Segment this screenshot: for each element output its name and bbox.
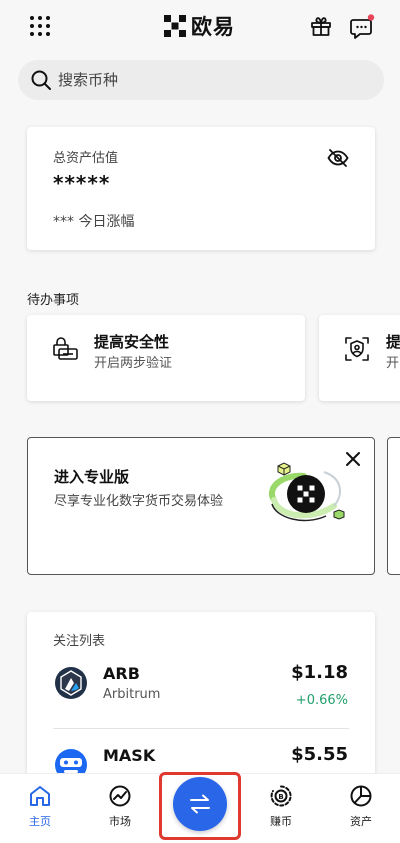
todo-title: 提 bbox=[386, 333, 400, 351]
chat-bubble-icon[interactable] bbox=[348, 13, 376, 41]
brand-name: 欧易 bbox=[191, 15, 235, 39]
identity-verify-icon bbox=[345, 337, 369, 361]
todo-title: 提高安全性 bbox=[94, 333, 170, 351]
okx-logo-icon bbox=[164, 15, 186, 37]
search-input[interactable] bbox=[58, 60, 358, 100]
promo-desc: 尽享专业化数字货币交易体验 bbox=[54, 494, 224, 509]
eye-off-icon[interactable] bbox=[327, 149, 349, 167]
coin-symbol: MASK bbox=[103, 746, 156, 765]
coin-price: $5.55 bbox=[291, 744, 348, 765]
row-divider bbox=[53, 728, 349, 729]
earn-icon: B bbox=[270, 785, 292, 807]
grid-menu-icon[interactable] bbox=[29, 15, 51, 37]
asset-daily-change: *** 今日涨幅 bbox=[53, 214, 135, 230]
todo-card-verify[interactable]: 提 开 bbox=[319, 315, 400, 401]
coin-name: Arbitrum bbox=[103, 687, 161, 702]
pro-mode-banner[interactable]: 进入专业版 尽享专业化数字货币交易体验 bbox=[27, 437, 375, 575]
assets-pie-icon bbox=[350, 785, 372, 807]
asset-value: ***** bbox=[53, 171, 111, 195]
coin-symbol: ARB bbox=[103, 664, 140, 683]
svg-text:B: B bbox=[278, 793, 283, 801]
brand-logo: 欧易 bbox=[164, 13, 235, 39]
home-screen: 欧易 总资产估值 ***** *** 今日涨幅 bbox=[0, 0, 400, 843]
next-banner-peek[interactable] bbox=[387, 437, 400, 575]
nav-assets[interactable]: 资产 bbox=[331, 784, 391, 838]
coin-change: +0.66% bbox=[295, 693, 348, 708]
todo-desc: 开启两步验证 bbox=[94, 356, 173, 371]
okx-pro-illustration bbox=[269, 462, 345, 522]
todo-card-security[interactable]: 提高安全性 开启两步验证 bbox=[27, 315, 305, 401]
nav-label: 市场 bbox=[109, 815, 131, 828]
arbitrum-logo-icon bbox=[55, 667, 87, 699]
notification-dot bbox=[367, 14, 375, 21]
nav-label: 赚币 bbox=[270, 815, 292, 828]
trade-swap-icon bbox=[190, 794, 210, 814]
top-bar: 欧易 bbox=[0, 0, 400, 52]
nav-earn[interactable]: B 赚币 bbox=[251, 784, 311, 838]
asset-title: 总资产估值 bbox=[53, 151, 119, 166]
nav-label: 资产 bbox=[350, 815, 372, 828]
asset-summary-card[interactable]: 总资产估值 ***** *** 今日涨幅 bbox=[27, 127, 375, 250]
trade-button[interactable] bbox=[173, 777, 227, 831]
nav-home[interactable]: 主页 bbox=[10, 784, 70, 838]
search-bar[interactable] bbox=[18, 60, 384, 100]
nav-label: 主页 bbox=[29, 815, 51, 828]
promo-title: 进入专业版 bbox=[54, 468, 130, 486]
close-icon[interactable] bbox=[344, 450, 362, 468]
watchlist-title: 关注列表 bbox=[53, 634, 106, 649]
todo-section-title: 待办事项 bbox=[27, 293, 80, 308]
search-icon bbox=[31, 70, 51, 90]
todo-desc: 开 bbox=[386, 356, 400, 371]
coin-price: $1.18 bbox=[291, 662, 348, 683]
home-icon bbox=[30, 786, 50, 806]
gift-icon[interactable] bbox=[309, 14, 333, 38]
market-icon bbox=[109, 785, 131, 807]
security-key-icon bbox=[53, 337, 78, 360]
watchlist-row[interactable]: ARB Arbitrum $1.18 +0.66% bbox=[27, 660, 375, 722]
nav-market[interactable]: 市场 bbox=[90, 784, 150, 838]
